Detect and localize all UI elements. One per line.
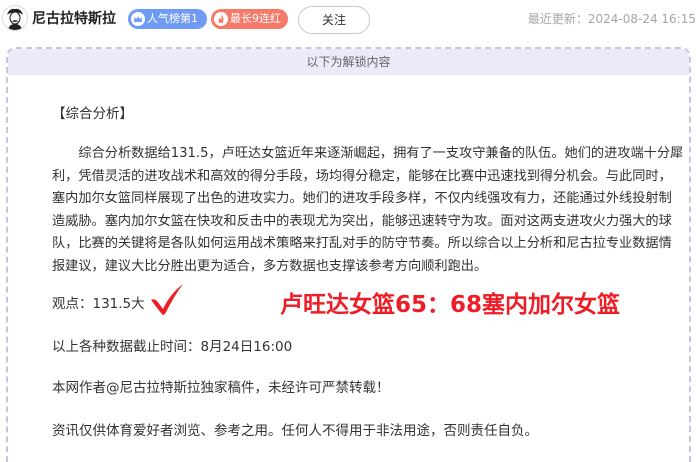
data-cutoff-note: 以上各种数据截止时间：8月24日16:00 <box>52 339 293 355</box>
last-update-time: 最近更新：2024-08-24 16:15 <box>527 12 696 26</box>
prediction-label: 观点：131.5大 <box>52 296 145 312</box>
popularity-rank-label: 人气榜第1 <box>147 12 198 25</box>
winning-streak-badge: 最长9连红 <box>211 9 288 29</box>
popularity-rank-badge: 人气榜第1 <box>128 9 207 29</box>
winning-streak-label: 最长9连红 <box>230 12 281 25</box>
unlock-notice-bar: 以下为解锁内容 <box>8 49 689 75</box>
final-score: 卢旺达女篮65：68塞内加尔女篮 <box>280 292 621 318</box>
disclaimer-notice: 资讯仅供体育爱好者浏览、参考之用。任何人不得用于非法用途，否则责任自负。 <box>52 423 538 439</box>
red-check-icon <box>151 284 183 315</box>
unlocked-content-card: 以下为解锁内容 【综合分析】 综合分析数据给131.5，卢旺达女篮近年来逐渐崛起… <box>6 47 691 462</box>
section-title: 【综合分析】 <box>52 106 133 122</box>
copyright-notice: 本网作者@尼古拉特斯拉独家稿件，未经许可严禁转载！ <box>52 380 390 396</box>
author-name[interactable]: 尼古拉特斯拉 <box>32 10 116 28</box>
avatar-portrait-icon <box>3 6 27 30</box>
follow-button[interactable]: 关注 <box>298 6 370 34</box>
fire-icon <box>214 12 228 26</box>
author-avatar[interactable] <box>2 5 28 31</box>
author-header: 尼古拉特斯拉 人气榜第1 最长9连红 关注 最近更新：2024-08-24 16… <box>0 0 700 40</box>
crown-icon <box>131 12 145 26</box>
analysis-paragraph: 综合分析数据给131.5，卢旺达女篮近年来逐渐崛起，拥有了一支攻守兼备的队伍。她… <box>52 146 684 274</box>
